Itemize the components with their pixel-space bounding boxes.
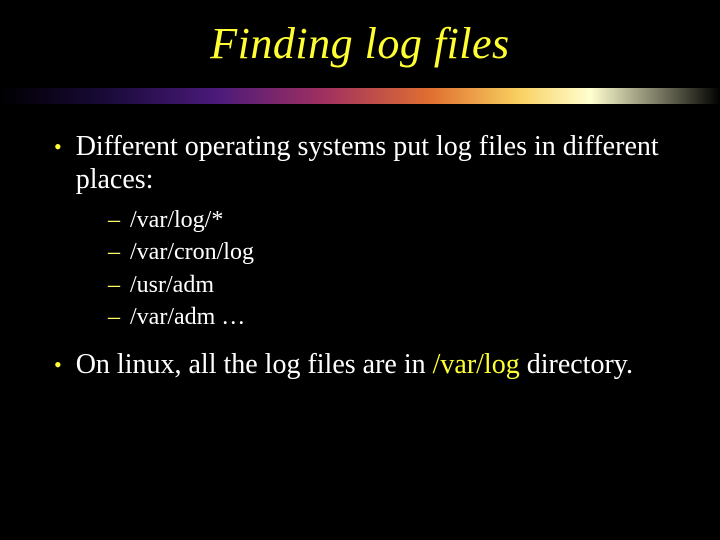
bullet-text-pre: On linux, all the log files are in	[76, 349, 433, 380]
sub-bullet-item: – /usr/adm	[108, 269, 670, 301]
bullet-item: • Different operating systems put log fi…	[54, 130, 670, 196]
sub-bullet-item: – /var/log/*	[108, 204, 670, 236]
sub-bullet-text: /var/cron/log	[130, 236, 254, 268]
bullet-text-post: directory.	[520, 349, 633, 380]
sub-bullet-item: – /var/cron/log	[108, 236, 670, 268]
sub-bullet-text: /usr/adm	[130, 269, 214, 301]
dash-icon: –	[108, 301, 120, 333]
bullet-dot-icon: •	[54, 130, 62, 196]
sub-bullet-text: /var/log/*	[130, 204, 223, 236]
slide: Finding log files • Different operating …	[0, 0, 720, 540]
bullet-text: On linux, all the log files are in /var/…	[76, 348, 670, 382]
bullet-text: Different operating systems put log file…	[76, 130, 670, 196]
sub-bullet-item: – /var/adm …	[108, 301, 670, 333]
slide-title: Finding log files	[0, 0, 720, 69]
accent-bar	[0, 88, 720, 104]
sub-list: – /var/log/* – /var/cron/log – /usr/adm …	[108, 204, 670, 334]
dash-icon: –	[108, 204, 120, 236]
bullet-dot-icon: •	[54, 348, 62, 382]
slide-body: • Different operating systems put log fi…	[54, 130, 670, 390]
bullet-text-highlight: /var/log	[433, 349, 520, 380]
dash-icon: –	[108, 236, 120, 268]
bullet-item: • On linux, all the log files are in /va…	[54, 348, 670, 382]
sub-bullet-text: /var/adm …	[130, 301, 245, 333]
dash-icon: –	[108, 269, 120, 301]
